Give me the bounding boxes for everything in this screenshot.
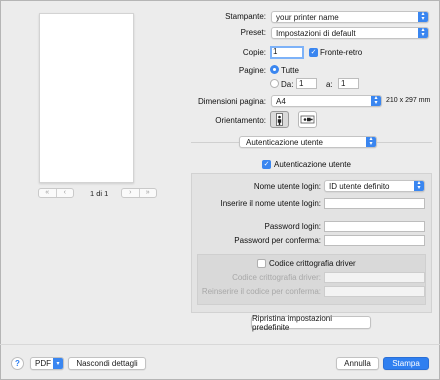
password-confirm-input[interactable]	[324, 235, 425, 246]
paper-size-value: A4	[276, 96, 286, 106]
pages-all-radio[interactable]	[270, 65, 279, 74]
preview-back-nav: « ‹	[38, 188, 74, 198]
user-auth-checkbox[interactable]: ✓	[262, 160, 271, 169]
previous-page-button[interactable]: ‹	[55, 189, 74, 197]
preview-forward-nav: › »	[121, 188, 157, 198]
duplex-checkbox[interactable]: ✓	[309, 48, 318, 57]
reset-defaults-button[interactable]: Ripristina impostazioni predefinite	[251, 314, 371, 332]
pdf-menu-button[interactable]: PDF ▾	[30, 357, 64, 370]
driver-encryption-checkbox[interactable]: ✓	[257, 259, 266, 268]
first-page-button[interactable]: «	[39, 189, 56, 197]
copies-input[interactable]: 1	[270, 46, 304, 59]
paper-dimensions: 210 x 297 mm	[386, 97, 431, 104]
pdf-label: PDF	[35, 359, 51, 368]
login-password-label: Password login:	[264, 222, 321, 231]
pages-from-label: Da:	[281, 80, 294, 89]
copies-label: Copie:	[242, 48, 266, 57]
orientation-landscape-button[interactable]	[298, 111, 317, 128]
password-confirm-label: Password per conferma:	[234, 236, 321, 245]
cancel-button[interactable]: Annulla	[336, 357, 379, 370]
login-username-input[interactable]	[324, 198, 425, 209]
page-counter: 1 di 1	[90, 189, 109, 198]
print-button[interactable]: Stampa	[383, 357, 429, 370]
chevron-updown-icon: ▴ ▾	[414, 180, 424, 191]
login-username-type-label: Nome utente login:	[253, 182, 321, 191]
orientation-label: Orientamento:	[215, 116, 266, 125]
help-button[interactable]: ?	[11, 357, 24, 370]
print-preview-page	[39, 13, 134, 183]
orientation-portrait-button[interactable]	[270, 111, 289, 128]
user-auth-label: Autenticazione utente	[274, 160, 351, 169]
last-page-button[interactable]: »	[138, 189, 157, 197]
encryption-key-label: Codice crittografia driver:	[232, 273, 321, 282]
chevron-updown-icon: ▴ ▾	[418, 27, 428, 38]
next-page-button[interactable]: ›	[122, 189, 139, 197]
chevron-down-icon: ▾	[53, 358, 63, 369]
pages-to-label: a:	[326, 80, 333, 89]
login-username-label: Inserire il nome utente login:	[220, 199, 322, 208]
section-select-value: Autenticazione utente	[246, 137, 323, 147]
pages-range-radio[interactable]	[270, 79, 279, 88]
login-username-type-select[interactable]: ID utente definito ▴ ▾	[324, 180, 425, 192]
chevron-updown-icon: ▴ ▾	[366, 136, 376, 147]
pages-all-label: Tutte	[281, 66, 299, 75]
chevron-updown-icon: ▴ ▾	[371, 95, 381, 106]
preset-select[interactable]: Impostazioni di default ▴ ▾	[271, 27, 429, 39]
hide-details-button[interactable]: Nascondi dettagli	[68, 357, 146, 370]
printer-select-value: your printer name	[276, 12, 339, 22]
preset-label: Preset:	[240, 28, 266, 37]
printer-label: Stampante:	[225, 12, 266, 21]
login-username-type-value: ID utente definito	[329, 181, 390, 191]
pages-from-input[interactable]: 1	[296, 78, 317, 89]
driver-encryption-label: Codice crittografia driver	[269, 259, 356, 268]
encryption-key-confirm-label: Reinserire il codice per conferma:	[201, 287, 321, 296]
paper-size-label: Dimensioni pagina:	[197, 97, 266, 106]
section-select[interactable]: Autenticazione utente ▴ ▾	[239, 136, 377, 148]
landscape-icon	[300, 115, 315, 124]
pages-to-input[interactable]: 1	[338, 78, 359, 89]
printer-select[interactable]: your printer name ▴ ▾	[271, 11, 429, 23]
login-password-input[interactable]	[324, 221, 425, 232]
encryption-key-input[interactable]	[324, 272, 425, 283]
chevron-updown-icon: ▴ ▾	[418, 11, 428, 22]
preset-select-value: Impostazioni di default	[276, 28, 356, 38]
portrait-icon	[276, 113, 283, 126]
encryption-key-confirm-input[interactable]	[324, 286, 425, 297]
footer-separator	[0, 344, 440, 345]
duplex-label: Fronte-retro	[320, 48, 363, 57]
pages-label: Pagine:	[238, 66, 266, 75]
paper-size-select[interactable]: A4 ▴ ▾	[271, 95, 382, 107]
